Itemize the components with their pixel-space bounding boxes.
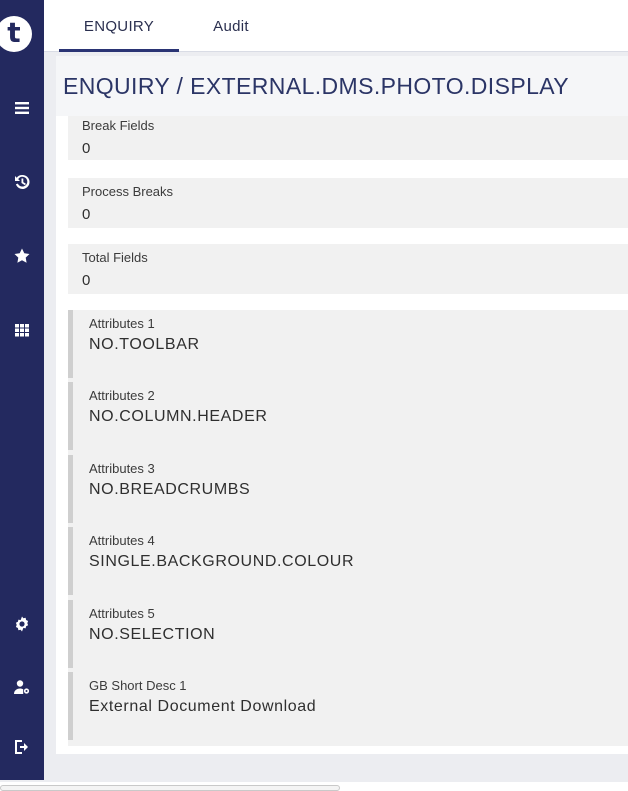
field-label: Process Breaks xyxy=(82,184,174,199)
settings-icon[interactable] xyxy=(0,610,44,638)
attribute-item-4: Attributes 4 SINGLE.BACKGROUND.COLOUR xyxy=(68,527,628,595)
attribute-value: NO.COLUMN.HEADER xyxy=(89,408,268,425)
attribute-label: Attributes 4 xyxy=(89,533,155,548)
star-icon[interactable] xyxy=(0,242,44,270)
attribute-value: NO.TOOLBAR xyxy=(89,336,200,353)
horizontal-scrollbar[interactable] xyxy=(0,785,340,791)
attribute-value: NO.SELECTION xyxy=(89,626,216,643)
history-icon[interactable] xyxy=(0,168,44,196)
attribute-label: Attributes 5 xyxy=(89,606,155,621)
attribute-label: GB Short Desc 1 xyxy=(89,678,187,693)
attribute-value: SINGLE.BACKGROUND.COLOUR xyxy=(89,553,355,570)
attribute-value: External Document Download xyxy=(89,698,317,715)
field-value: 0 xyxy=(82,206,91,223)
field-total-fields: Total Fields 0 xyxy=(68,244,628,294)
tab-enquiry[interactable]: ENQUIRY xyxy=(59,0,179,52)
attribute-item-5: Attributes 5 NO.SELECTION xyxy=(68,600,628,668)
field-value: 0 xyxy=(82,272,91,289)
app-logo[interactable]: t xyxy=(0,16,32,52)
title-bar: ENQUIRY / EXTERNAL.DMS.PHOTO.DISPLAY xyxy=(56,56,628,116)
attribute-item-3: Attributes 3 NO.BREADCRUMBS xyxy=(68,455,628,523)
attribute-item-2: Attributes 2 NO.COLUMN.HEADER xyxy=(68,382,628,450)
page-title: ENQUIRY / EXTERNAL.DMS.PHOTO.DISPLAY xyxy=(63,73,570,99)
attribute-value: NO.BREADCRUMBS xyxy=(89,481,251,498)
attributes-group: Attributes 1 NO.TOOLBAR Attributes 2 NO.… xyxy=(68,310,628,746)
field-label: Break Fields xyxy=(82,118,155,133)
menu-icon[interactable] xyxy=(0,94,44,122)
attribute-item-gb-short-desc: GB Short Desc 1 External Document Downlo… xyxy=(68,672,628,740)
attribute-label: Attributes 3 xyxy=(89,461,155,476)
attribute-label: Attributes 2 xyxy=(89,388,155,403)
user-settings-icon[interactable] xyxy=(0,673,44,701)
attribute-label: Attributes 1 xyxy=(89,316,155,331)
attribute-item-1: Attributes 1 NO.TOOLBAR xyxy=(68,310,628,378)
tab-bar: ENQUIRY Audit xyxy=(44,0,628,52)
sidebar: t xyxy=(0,0,44,780)
field-process-breaks: Process Breaks 0 xyxy=(68,178,628,228)
field-label: Total Fields xyxy=(82,250,148,265)
tab-audit[interactable]: Audit xyxy=(194,0,268,52)
field-break-fields: Break Fields 0 xyxy=(68,116,628,160)
record-content[interactable]: Break Fields 0 Process Breaks 0 Total Fi… xyxy=(56,116,628,754)
field-value: 0 xyxy=(82,140,91,157)
apps-grid-icon[interactable] xyxy=(0,316,44,344)
main-area: ENQUIRY Audit ENQUIRY / EXTERNAL.DMS.PHO… xyxy=(44,0,628,791)
logout-icon[interactable] xyxy=(0,733,44,761)
